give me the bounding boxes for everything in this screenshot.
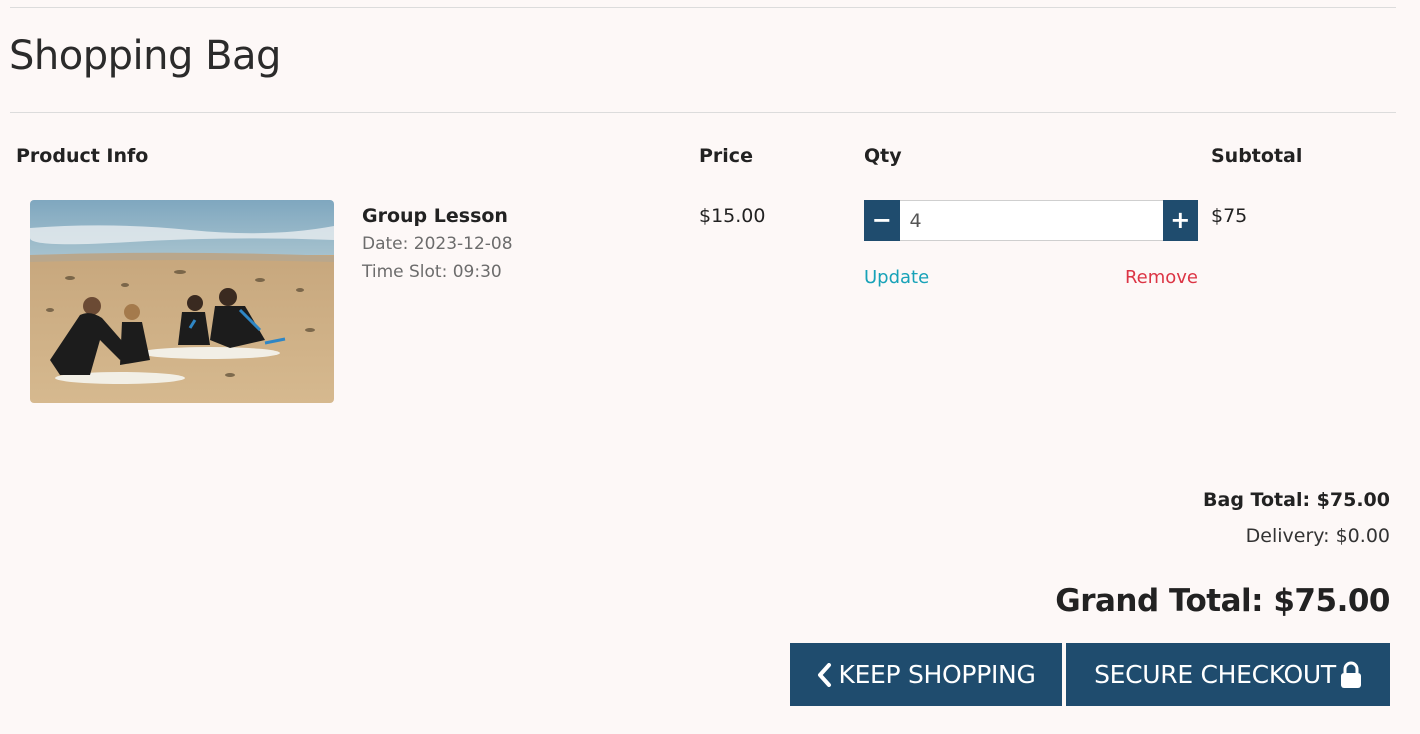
chevron-left-icon	[816, 662, 832, 687]
header-price: Price	[699, 145, 753, 167]
update-link[interactable]: Update	[864, 266, 929, 290]
item-subtotal: $75	[1211, 205, 1248, 227]
secure-checkout-button[interactable]: SECURE CHECKOUT	[1066, 643, 1390, 706]
remove-link[interactable]: Remove	[1125, 266, 1198, 290]
quantity-input[interactable]	[899, 200, 1163, 241]
quantity-stepper: − +	[864, 200, 1198, 241]
lock-icon	[1340, 661, 1362, 689]
page-title: Shopping Bag	[9, 33, 281, 79]
delivery-cost: Delivery: $0.00	[1245, 525, 1390, 547]
header-product-info: Product Info	[16, 145, 149, 167]
product-time-slot: Time Slot: 09:30	[362, 262, 502, 282]
product-date: Date: 2023-12-08	[362, 234, 513, 254]
grand-total: Grand Total: $75.00	[1055, 583, 1390, 619]
keep-shopping-button[interactable]: KEEP SHOPPING	[790, 643, 1062, 706]
header-subtotal: Subtotal	[1211, 145, 1303, 167]
secure-checkout-label: SECURE CHECKOUT	[1094, 660, 1336, 689]
title-divider	[10, 112, 1396, 113]
top-divider	[10, 7, 1396, 8]
increment-qty-button[interactable]: +	[1162, 200, 1198, 241]
keep-shopping-label: KEEP SHOPPING	[838, 660, 1036, 689]
product-image	[30, 200, 334, 403]
product-name: Group Lesson	[362, 205, 508, 227]
product-price: $15.00	[699, 205, 766, 227]
decrement-qty-button[interactable]: −	[864, 200, 900, 241]
bag-total: Bag Total: $75.00	[1203, 489, 1390, 511]
header-qty: Qty	[864, 145, 902, 167]
